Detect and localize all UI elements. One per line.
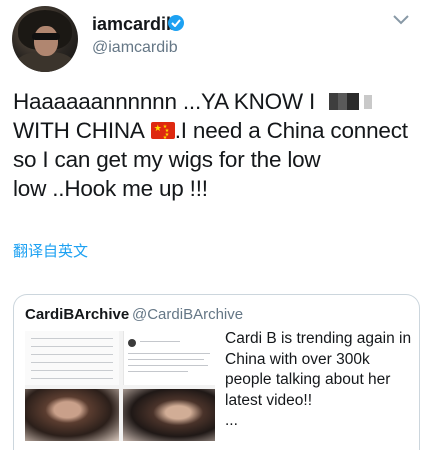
quoted-author-handle[interactable]: @CardiBArchive — [132, 306, 243, 323]
redacted-emoji — [329, 93, 360, 110]
tweet-line-4: low ..Hook me up !!! — [13, 176, 208, 201]
thumbnail-photo-left — [25, 389, 119, 441]
thumbnail-post-line — [128, 371, 188, 372]
china-flag-icon: ★ ★ ★ ★ ★ — [150, 122, 175, 141]
redacted-emoji-edge — [364, 95, 373, 109]
tweet-text: Haaaaaannnnnn ...YA KNOW I WITH CHINA ★ ★ ★… — [13, 87, 413, 203]
quoted-tweet-card[interactable]: CardiBArchive @CardiBArchive Cardi B is … — [13, 294, 420, 450]
author-name[interactable]: iamcardib — [92, 14, 177, 35]
chevron-down-icon[interactable] — [392, 14, 410, 26]
tweet-line-1-text: Haaaaaannnnnn ...YA KNOW I — [13, 89, 316, 114]
quoted-author-name[interactable]: CardiBArchive — [25, 306, 129, 323]
quoted-tweet-body: Cardi B is trending again in China with … — [225, 330, 412, 409]
thumbnail-post-line — [128, 353, 210, 354]
avatar-face — [34, 26, 58, 56]
thumbnail-post-line — [128, 359, 204, 360]
tweet-line-3: so I can get my wigs for the low — [13, 147, 321, 172]
author-handle[interactable]: @iamcardib — [92, 39, 178, 57]
quoted-tweet-ellipsis: ... — [225, 412, 238, 429]
avatar-sunglasses — [32, 33, 60, 40]
verified-badge-icon — [168, 15, 184, 31]
quoted-media-thumbnail[interactable] — [25, 331, 215, 441]
avatar[interactable] — [12, 6, 78, 72]
thumbnail-post-avatar — [128, 339, 136, 347]
thumbnail-post-line — [128, 365, 208, 366]
tweet-line-2-text-b: .I need a China connect — [174, 118, 408, 143]
thumbnail-weibo-post — [123, 331, 215, 385]
thumbnail-post-line — [140, 341, 180, 342]
quoted-tweet-text: Cardi B is trending again in China with … — [225, 329, 413, 432]
tweet-line-1: Haaaaaannnnnn ...YA KNOW I — [13, 87, 413, 116]
translate-link[interactable]: 翻译自英文 — [13, 240, 88, 261]
tweet-line-2: WITH CHINA ★ ★ ★ ★ ★ .I need a China connect — [13, 116, 413, 145]
thumbnail-photo-right — [123, 389, 215, 441]
thumbnail-trending-list — [25, 331, 119, 385]
tweet-line-2-text-a: WITH CHINA — [13, 118, 145, 143]
